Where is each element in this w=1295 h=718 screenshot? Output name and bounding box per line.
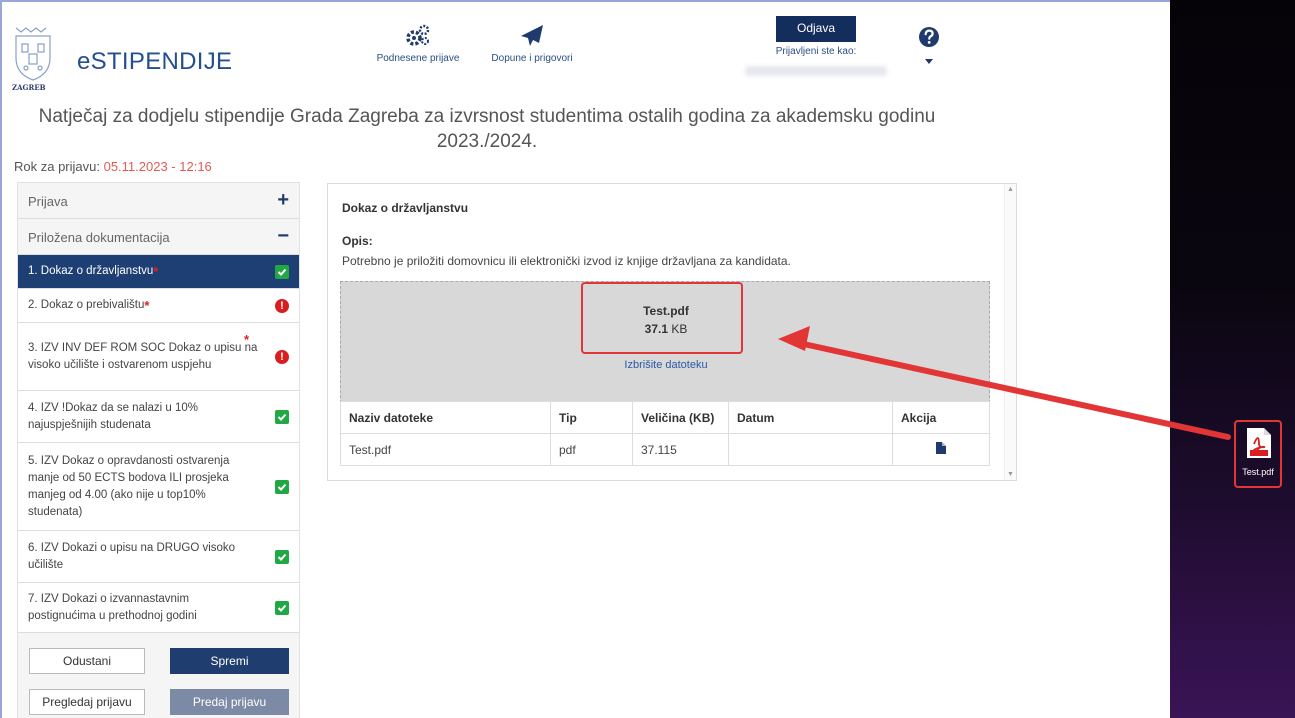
sidebar-doc-7[interactable]: 7. IZV Dokazi o izvannastavnim postignuć… (18, 583, 299, 633)
username-redacted (745, 66, 887, 76)
sidebar-doc-6[interactable]: 6. IZV Dokazi o upisu na DRUGO visoko uč… (18, 531, 299, 583)
page-title: Natječaj za dodjelu stipendije Grada Zag… (38, 106, 936, 152)
sidebar-section-prijava[interactable]: Prijava + (18, 183, 299, 219)
sidebar-doc-4[interactable]: 4. IZV !Dokaz da se nalazi u 10% najuspj… (18, 391, 299, 443)
browser-app: ZAGREB eSTIPENDIJE Podnesene prijave Dop… (0, 0, 1170, 718)
sidebar-section-docs[interactable]: Priložena dokumentacija − (18, 219, 299, 255)
paper-plane-icon (521, 25, 543, 46)
cell-date (728, 433, 893, 466)
scroll-down-icon[interactable]: ▼ (1007, 471, 1014, 478)
scroll-up-icon[interactable]: ▲ (1007, 186, 1014, 193)
column-header: Tip (550, 401, 633, 434)
deadline-value: 05.11.2023 - 12:16 (103, 159, 212, 174)
sidebar-doc-label: 1. Dokaz o državljanstvu (28, 265, 154, 277)
save-button[interactable]: Spremi (170, 648, 289, 674)
nav-podnesene-prijave[interactable]: Podnesene prijave (372, 24, 464, 64)
desktop-background (1170, 0, 1295, 718)
delete-file-link[interactable]: Izbrišite datoteku (341, 359, 991, 371)
document-title: Dokaz o državljanstvu (342, 201, 469, 215)
column-header: Datum (728, 401, 893, 434)
column-header: Veličina (KB) (632, 401, 729, 434)
status-error-icon: ! (275, 349, 289, 364)
file-icon[interactable] (936, 442, 946, 454)
sidebar-doc-label: 6. IZV Dokazi o upisu na DRUGO visoko uč… (28, 541, 236, 571)
required-star: * (153, 264, 159, 279)
required-star: * (243, 332, 249, 347)
sidebar-doc-2[interactable]: 2. Dokaz o prebivalištu * ! (18, 289, 299, 323)
files-table: Naziv datoteke Tip Veličina (KB) Datum A… (340, 401, 990, 466)
deadline-label: Rok za prijavu: (14, 159, 104, 174)
cell-file-name: Test.pdf (340, 433, 551, 466)
sidebar-doc-label: 7. IZV Dokazi o izvannastavnim postignuć… (28, 592, 197, 622)
sidebar-doc-label: 4. IZV !Dokaz da se nalazi u 10% najuspj… (28, 401, 199, 431)
caret-down-icon (925, 59, 933, 64)
cell-size: 37.115 (632, 433, 729, 466)
cancel-button[interactable]: Odustani (29, 648, 145, 674)
status-ok-icon (275, 600, 289, 615)
status-ok-icon (275, 549, 289, 564)
collapse-minus-icon[interactable]: − (277, 225, 289, 248)
status-ok-icon (275, 409, 289, 424)
sidebar: Prijava + Priložena dokumentacija − 1. D… (17, 182, 300, 718)
highlight-box (581, 282, 743, 354)
city-name: ZAGREB (12, 83, 46, 92)
description-text: Potrebno je priložiti domovnicu ili elek… (342, 254, 791, 268)
nav-dopune-prigovori[interactable]: Dopune i prigovori (484, 24, 580, 64)
sidebar-doc-1[interactable]: 1. Dokaz o državljanstvu * (18, 255, 299, 289)
question-circle-icon (919, 27, 939, 47)
sidebar-section-prijava-label: Prijava (28, 194, 68, 209)
desktop-pdf-file[interactable]: Test.pdf (1234, 420, 1282, 488)
logged-in-label: Prijavljeni ste kao: (775, 46, 857, 57)
document-panel: Dokaz o državljanstvu Opis: Potrebno je … (327, 183, 1017, 481)
zagreb-crest-logo[interactable] (10, 24, 56, 84)
sidebar-doc-5[interactable]: 5. IZV Dokaz o opravdanosti ostvarenja m… (18, 443, 299, 531)
nav-dopune-label: Dopune i prigovori (491, 53, 573, 64)
desktop-file-label: Test.pdf (1242, 467, 1274, 477)
sidebar-doc-label: 5. IZV Dokaz o opravdanosti ostvarenja m… (28, 454, 230, 518)
column-header: Naziv datoteke (340, 401, 551, 434)
cell-type: pdf (550, 433, 633, 466)
pdf-file-icon (1247, 428, 1271, 458)
description-label: Opis: (342, 234, 373, 248)
status-ok-icon (275, 264, 289, 279)
required-star: * (144, 298, 150, 313)
review-application-button[interactable]: Pregledaj prijavu (29, 689, 145, 715)
cell-action (892, 433, 990, 466)
submit-application-button[interactable]: Predaj prijavu (170, 689, 289, 715)
deadline: Rok za prijavu: 05.11.2023 - 12:16 (14, 159, 212, 174)
status-ok-icon (275, 479, 289, 494)
sidebar-doc-label: 3. IZV INV DEF ROM SOC Dokaz o upisu na … (28, 341, 258, 371)
panel-scrollbar[interactable]: ▲ ▼ (1004, 184, 1016, 480)
help-menu[interactable] (916, 26, 942, 66)
sidebar-doc-label: 2. Dokaz o prebivalištu (28, 299, 145, 311)
column-header: Akcija (892, 401, 990, 434)
nav-podnesene-label: Podnesene prijave (376, 53, 460, 64)
expand-plus-icon[interactable]: + (277, 189, 289, 212)
gears-icon (406, 24, 430, 46)
sidebar-section-docs-label: Priložena dokumentacija (28, 230, 170, 245)
app-name[interactable]: eSTIPENDIJE (77, 48, 232, 76)
status-error-icon: ! (275, 298, 289, 313)
logout-button[interactable]: Odjava (776, 16, 856, 42)
table-header-row: Naziv datoteke Tip Veličina (KB) Datum A… (340, 401, 990, 434)
table-row: Test.pdf pdf 37.115 (340, 433, 990, 466)
sidebar-doc-3[interactable]: 3. IZV INV DEF ROM SOC Dokaz o upisu na … (18, 323, 299, 391)
